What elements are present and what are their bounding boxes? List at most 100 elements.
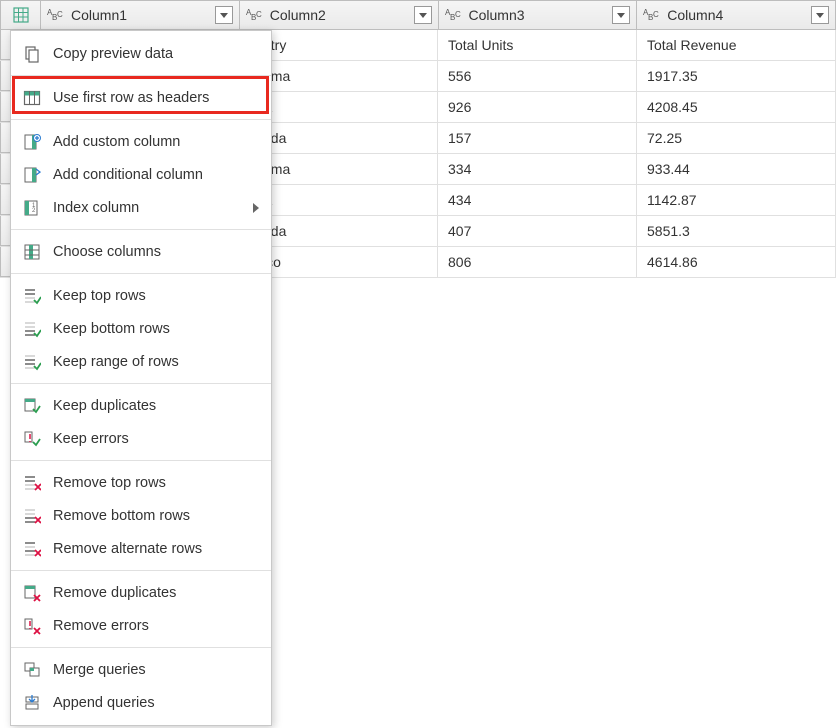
menu-label: Keep bottom rows <box>53 321 170 337</box>
menu-separator <box>11 570 271 571</box>
column-header-2[interactable]: ABC Column2 <box>239 0 438 30</box>
cell[interactable]: 434 <box>438 185 637 215</box>
menu-label: Remove alternate rows <box>53 541 202 557</box>
menu-label: Keep duplicates <box>53 398 156 414</box>
menu-keep-errors[interactable]: Keep errors <box>11 422 271 455</box>
cell[interactable]: 933.44 <box>637 154 836 184</box>
cell[interactable]: Total Revenue <box>637 30 836 60</box>
keep-duplicates-icon <box>21 395 43 417</box>
cell[interactable]: 926 <box>438 92 637 122</box>
headers-icon <box>21 87 43 109</box>
merge-icon <box>21 659 43 681</box>
cell[interactable]: 1917.35 <box>637 61 836 91</box>
menu-choose-columns[interactable]: Choose columns <box>11 235 271 268</box>
append-icon <box>21 692 43 714</box>
column-name: Column4 <box>667 7 811 23</box>
menu-label: Remove bottom rows <box>53 508 190 524</box>
column-name: Column2 <box>270 7 414 23</box>
menu-merge-queries[interactable]: Merge queries <box>11 653 271 686</box>
table-corner-button[interactable] <box>0 0 40 30</box>
menu-keep-duplicates[interactable]: Keep duplicates <box>11 389 271 422</box>
menu-separator <box>11 229 271 230</box>
column-header-row: ABC Column1 ABC Column2 ABC Column3 ABC … <box>0 0 836 30</box>
index-column-icon: 12 <box>21 197 43 219</box>
menu-add-custom-column[interactable]: Add custom column <box>11 125 271 158</box>
column-header-1[interactable]: ABC Column1 <box>40 0 239 30</box>
svg-text:C: C <box>653 10 659 19</box>
menu-keep-bottom-rows[interactable]: Keep bottom rows <box>11 312 271 345</box>
copy-icon <box>21 43 43 65</box>
table-context-menu: Copy preview data Use first row as heade… <box>10 30 272 726</box>
text-type-icon: ABC <box>246 7 264 23</box>
menu-separator <box>11 75 271 76</box>
filter-dropdown-icon[interactable] <box>811 6 829 24</box>
menu-label: Append queries <box>53 695 155 711</box>
cell[interactable]: 556 <box>438 61 637 91</box>
menu-label: Keep range of rows <box>53 354 179 370</box>
cell[interactable]: 1142.87 <box>637 185 836 215</box>
remove-top-icon <box>21 472 43 494</box>
menu-keep-range-rows[interactable]: Keep range of rows <box>11 345 271 378</box>
add-column-icon <box>21 131 43 153</box>
menu-label: Merge queries <box>53 662 146 678</box>
filter-dropdown-icon[interactable] <box>414 6 432 24</box>
text-type-icon: ABC <box>643 7 661 23</box>
filter-dropdown-icon[interactable] <box>215 6 233 24</box>
cell[interactable]: 72.25 <box>637 123 836 153</box>
cell[interactable]: 157 <box>438 123 637 153</box>
text-type-icon: ABC <box>47 7 65 23</box>
menu-label: Add custom column <box>53 134 180 150</box>
cell[interactable]: 5851.3 <box>637 216 836 246</box>
svg-text:C: C <box>256 10 262 19</box>
remove-bottom-icon <box>21 505 43 527</box>
menu-use-first-row-headers[interactable]: Use first row as headers <box>11 81 271 114</box>
menu-remove-duplicates[interactable]: Remove duplicates <box>11 576 271 609</box>
submenu-arrow-icon <box>253 203 259 213</box>
menu-add-conditional-column[interactable]: Add conditional column <box>11 158 271 191</box>
menu-separator <box>11 119 271 120</box>
remove-errors-icon <box>21 615 43 637</box>
column-header-3[interactable]: ABC Column3 <box>438 0 637 30</box>
cell[interactable]: 407 <box>438 216 637 246</box>
menu-label: Remove errors <box>53 618 149 634</box>
menu-index-column[interactable]: 12 Index column <box>11 191 271 224</box>
keep-range-icon <box>21 351 43 373</box>
cell[interactable]: 4208.45 <box>637 92 836 122</box>
menu-label: Index column <box>53 200 139 216</box>
text-type-icon: ABC <box>445 7 463 23</box>
menu-remove-alternate-rows[interactable]: Remove alternate rows <box>11 532 271 565</box>
svg-text:C: C <box>57 10 63 19</box>
column-header-4[interactable]: ABC Column4 <box>636 0 836 30</box>
menu-label: Keep errors <box>53 431 129 447</box>
menu-append-queries[interactable]: Append queries <box>11 686 271 719</box>
menu-label: Copy preview data <box>53 46 173 62</box>
column-name: Column1 <box>71 7 215 23</box>
menu-label: Remove top rows <box>53 475 166 491</box>
menu-label: Add conditional column <box>53 167 203 183</box>
remove-alternate-icon <box>21 538 43 560</box>
menu-label: Keep top rows <box>53 288 146 304</box>
menu-separator <box>11 383 271 384</box>
cell[interactable]: 806 <box>438 247 637 277</box>
menu-keep-top-rows[interactable]: Keep top rows <box>11 279 271 312</box>
menu-separator <box>11 647 271 648</box>
keep-bottom-icon <box>21 318 43 340</box>
menu-remove-top-rows[interactable]: Remove top rows <box>11 466 271 499</box>
filter-dropdown-icon[interactable] <box>612 6 630 24</box>
menu-copy-preview[interactable]: Copy preview data <box>11 37 271 70</box>
keep-errors-icon <box>21 428 43 450</box>
menu-label: Remove duplicates <box>53 585 176 601</box>
table-icon <box>13 7 29 23</box>
menu-remove-errors[interactable]: Remove errors <box>11 609 271 642</box>
menu-label: Choose columns <box>53 244 161 260</box>
cell[interactable]: 334 <box>438 154 637 184</box>
cell[interactable]: 4614.86 <box>637 247 836 277</box>
cell[interactable]: Total Units <box>438 30 637 60</box>
svg-text:2: 2 <box>32 208 36 214</box>
menu-remove-bottom-rows[interactable]: Remove bottom rows <box>11 499 271 532</box>
keep-top-icon <box>21 285 43 307</box>
choose-columns-icon <box>21 241 43 263</box>
menu-separator <box>11 460 271 461</box>
remove-duplicates-icon <box>21 582 43 604</box>
conditional-column-icon <box>21 164 43 186</box>
